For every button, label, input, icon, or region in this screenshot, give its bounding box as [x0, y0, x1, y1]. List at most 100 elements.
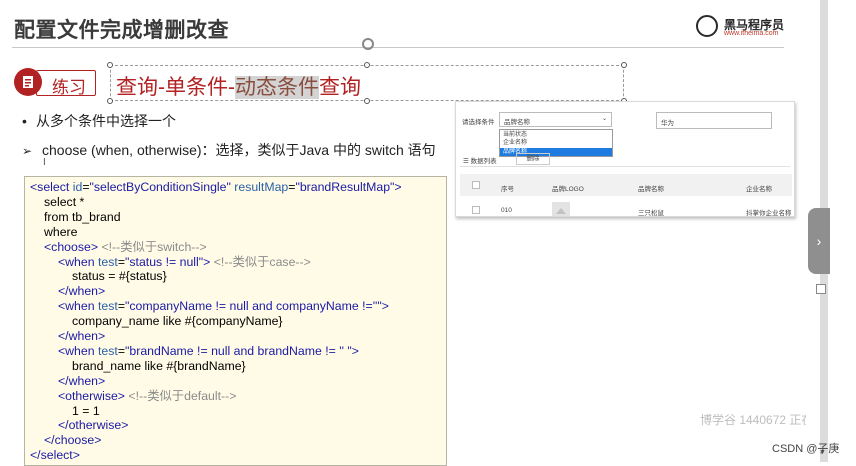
code-token: </when>	[58, 373, 106, 388]
resize-handle[interactable]	[107, 98, 113, 104]
code-token: </when>	[58, 284, 106, 299]
code-token: =	[117, 343, 126, 358]
select-all-checkbox[interactable]	[472, 181, 480, 189]
code-line: 1 = 1	[72, 404, 100, 419]
code-token: test	[98, 343, 118, 358]
chevron-down-icon: ⌄	[601, 116, 607, 122]
code-line: <choose> <!--类似于switch-->	[44, 240, 207, 255]
dropdown-option[interactable]: 当前状态	[500, 131, 612, 139]
code-token: id	[72, 180, 83, 194]
code-line: <when test="brandName != null and brandN…	[58, 344, 359, 359]
table-cell: 抖掌你企业名称	[746, 210, 792, 217]
row-checkbox[interactable]	[472, 206, 480, 214]
code-token: =	[82, 180, 90, 194]
column-header: 企业名称	[746, 186, 772, 193]
code-token: from tb_brand	[44, 209, 121, 224]
code-line: <select id="selectByConditionSingle" res…	[30, 180, 402, 195]
code-line: <when test="companyName != null and comp…	[58, 299, 389, 314]
heading-part2: 查询	[319, 76, 361, 99]
code-token: test	[98, 254, 118, 269]
code-token: <!--类似于case-->	[213, 254, 311, 269]
code-token: status = #{status}	[72, 269, 167, 284]
code-token: <when	[58, 254, 98, 269]
title-divider	[12, 47, 784, 48]
resize-handle[interactable]	[107, 62, 113, 68]
bullet-item: • 从多个条件中选择一个	[22, 111, 176, 131]
code-token: </select>	[30, 448, 80, 463]
code-token: test	[98, 299, 118, 314]
rotate-handle-icon[interactable]	[362, 38, 374, 50]
column-header: 品牌LOGO	[552, 186, 584, 193]
slide-title: 配置文件完成增删改查	[14, 19, 229, 42]
resize-handle[interactable]	[621, 62, 627, 68]
embedded-ui-screenshot: 请选择条件 品牌名称 ⌄ 当前状态 企业名称 品牌名称 华为 ☰ 数据列表 删除 …	[455, 101, 795, 217]
column-header: 序号	[501, 186, 514, 193]
delete-button[interactable]: 删除	[516, 153, 550, 165]
code-token: <otherwise>	[58, 388, 125, 403]
slide: 配置文件完成增删改查 黑马程序员 www.itheima.com 练习 查询-单…	[0, 0, 825, 466]
code-token: select *	[44, 194, 85, 209]
code-line: select *	[44, 195, 84, 210]
code-token: <when	[58, 343, 98, 358]
code-token: <select	[30, 180, 73, 194]
data-list-text: 数据列表	[470, 158, 497, 165]
code-token: "selectByConditionSingle"	[89, 180, 231, 194]
code-token: >	[381, 299, 389, 314]
sidebar-checkbox[interactable]	[816, 284, 826, 294]
resize-handle[interactable]	[364, 98, 370, 104]
text-cursor-icon: I	[43, 157, 46, 168]
dropdown-option[interactable]: 企业名称	[500, 139, 612, 147]
code-token: resultMap	[234, 180, 289, 194]
code-block: <select id="selectByConditionSingle" res…	[24, 176, 447, 466]
code-token: =	[117, 254, 126, 269]
code-token: >	[351, 343, 359, 358]
bullet-dot-icon: •	[22, 113, 27, 129]
image-placeholder-icon	[552, 202, 570, 216]
condition-label: 请选择条件	[462, 119, 495, 126]
code-token: =	[117, 299, 126, 314]
code-line: <otherwise> <!--类似于default-->	[58, 389, 236, 404]
code-line: company_name like #{companyName}	[72, 314, 283, 329]
code-line: </when>	[58, 284, 105, 299]
heading-part1: 查询-单条件-	[116, 76, 235, 99]
data-list-label: ☰ 数据列表	[463, 158, 497, 165]
logo-url: www.itheima.com	[724, 30, 779, 37]
code-token: "brandResultMap"	[295, 180, 395, 194]
code-token: </when>	[58, 329, 106, 343]
bullet-arrow-icon: ➢	[22, 144, 33, 158]
bullet-text: 从多个条件中选择一个	[36, 113, 176, 129]
resize-handle[interactable]	[364, 62, 370, 68]
credit: CSDN @子庚	[772, 443, 840, 455]
code-token: 1 = 1	[72, 403, 100, 418]
condition-select-value: 品牌名称	[504, 119, 530, 126]
exercise-label: 练习	[52, 78, 86, 97]
code-token: "companyName != null and companyName !='…	[125, 299, 382, 314]
code-token: </otherwise>	[58, 418, 129, 433]
horse-logo-icon	[696, 15, 718, 37]
chevron-right-icon[interactable]: ›	[808, 208, 830, 274]
code-line: where	[44, 225, 78, 240]
column-header: 品牌名称	[638, 186, 664, 193]
section-heading: 查询-单条件-动态条件查询	[116, 71, 361, 101]
code-line: </choose>	[44, 433, 101, 448]
code-line: brand_name like #{brandName}	[72, 359, 246, 374]
code-token: <when	[58, 299, 98, 314]
code-token: brand_name like #{brandName}	[72, 358, 246, 373]
condition-select[interactable]: 品牌名称 ⌄	[499, 112, 612, 127]
code-line: from tb_brand	[44, 210, 121, 225]
bullet-item: ➢ choose (when, otherwise)：选择，类似于Java 中的 …	[22, 140, 436, 160]
divider	[460, 166, 790, 167]
search-input[interactable]: 华为	[656, 112, 772, 129]
code-line: </when>	[58, 374, 105, 389]
table-cell: 三只松鼠	[638, 210, 664, 217]
code-token: company_name like #{companyName}	[72, 314, 283, 329]
code-line: </when>	[58, 329, 105, 344]
code-token: >	[394, 180, 402, 194]
code-line: <when test="status != null"> <!--类似于case…	[58, 255, 311, 270]
code-line: status = #{status}	[72, 269, 167, 284]
bullet-text: choose (when, otherwise)：选择，类似于Java 中的 s…	[42, 142, 436, 158]
logo: 黑马程序员 www.itheima.com	[696, 14, 788, 40]
table-cell: 010	[501, 207, 512, 214]
code-token: </choose>	[44, 433, 102, 448]
code-line: </select>	[30, 448, 80, 463]
